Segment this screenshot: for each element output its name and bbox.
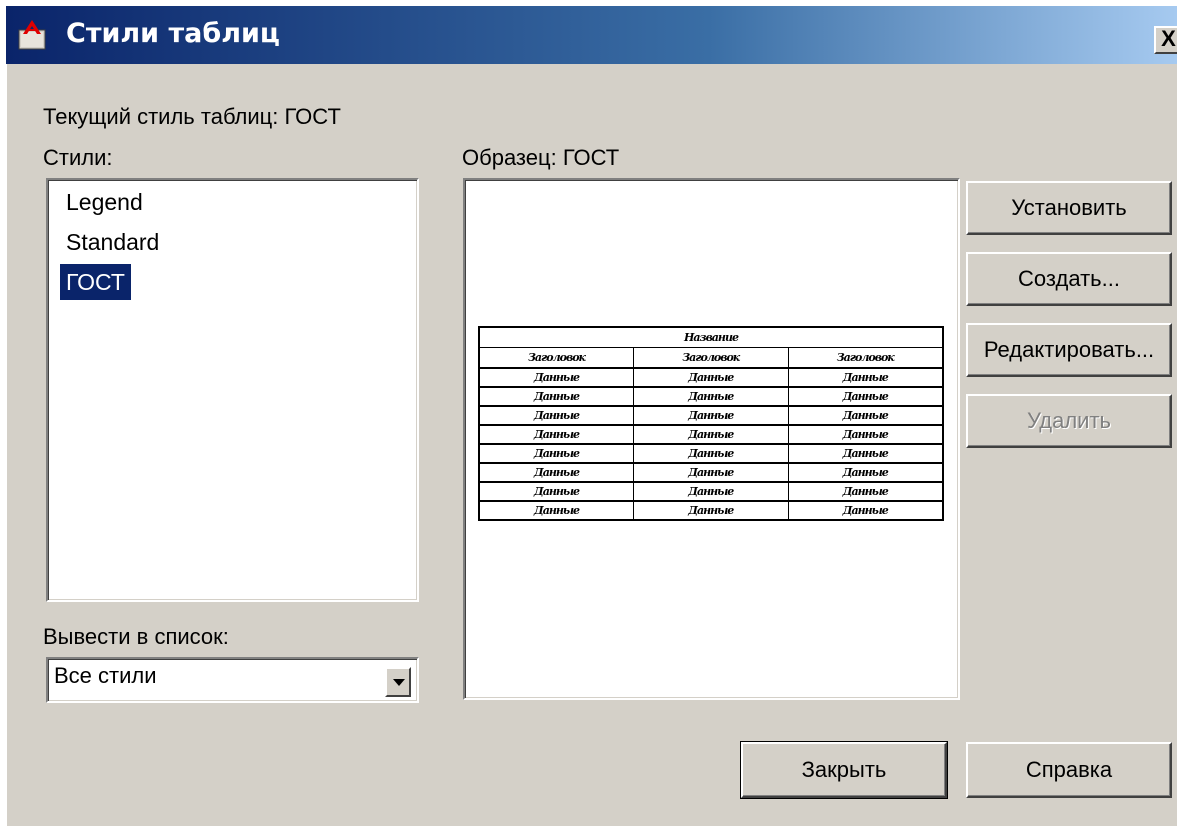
- styles-list[interactable]: Legend Standard ГОСТ: [46, 178, 419, 602]
- preview-table-cell: Данные: [787, 367, 944, 388]
- preview-table-cell: Данные: [478, 481, 634, 502]
- title-bar[interactable]: Стили таблиц X: [6, 6, 1177, 64]
- help-button[interactable]: Справка: [966, 742, 1172, 798]
- preview-table-cell: Данные: [478, 367, 634, 388]
- preview-table-row: Данные Данные Данные: [478, 424, 944, 445]
- preview-table-header: Заголовок: [478, 347, 634, 369]
- preview-table-cell: Данные: [633, 405, 789, 426]
- preview-table-cell: Данные: [787, 481, 944, 502]
- list-filter-value: Все стили: [54, 663, 157, 688]
- preview-table-cell: Данные: [633, 386, 789, 407]
- preview-table-cell: Данные: [478, 462, 634, 483]
- list-filter-dropdown[interactable]: Все стили: [46, 657, 419, 703]
- preview-table-cell: Данные: [787, 500, 944, 521]
- preview-table-cell: Данные: [633, 443, 789, 464]
- preview-table-cell: Данные: [478, 386, 634, 407]
- current-style-label: Текущий стиль таблиц: ГОСТ: [43, 104, 341, 129]
- style-list-item[interactable]: ГОСТ: [60, 264, 131, 300]
- preview-table-cell: Данные: [787, 462, 944, 483]
- preview-table-cell: Данные: [633, 367, 789, 388]
- preview-table-cell: Данные: [787, 424, 944, 445]
- preview-label: Образец: ГОСТ: [462, 145, 620, 170]
- preview-table-cell: Данные: [633, 500, 789, 521]
- chevron-down-icon[interactable]: [385, 667, 411, 697]
- preview-table-cell: Данные: [478, 500, 634, 521]
- preview-table: Название Заголовок Заголовок Заголовок Данн…: [478, 326, 944, 521]
- preview-table-cell: Данные: [633, 481, 789, 502]
- autocad-app-icon: [18, 20, 46, 50]
- preview-table-row: Данные Данные Данные: [478, 462, 944, 483]
- style-list-item[interactable]: Standard: [60, 224, 165, 260]
- preview-table-row: Данные Данные Данные: [478, 500, 944, 521]
- close-icon[interactable]: X: [1154, 26, 1177, 54]
- close-button[interactable]: Закрыть: [740, 741, 948, 799]
- preview-table-cell: Данные: [787, 386, 944, 407]
- preview-table-row: Данные Данные Данные: [478, 405, 944, 426]
- modify-style-button[interactable]: Редактировать...: [966, 323, 1172, 377]
- delete-style-button[interactable]: Удалить: [966, 394, 1172, 448]
- preview-table-cell: Данные: [787, 443, 944, 464]
- preview-table-cell: Данные: [478, 443, 634, 464]
- preview-table-cell: Данные: [633, 462, 789, 483]
- preview-table-cell: Данные: [633, 424, 789, 445]
- styles-label: Стили:: [43, 145, 113, 170]
- preview-table-row: Данные Данные Данные: [478, 481, 944, 502]
- preview-table-header: Заголовок: [787, 347, 944, 369]
- preview-table-cell: Данные: [478, 424, 634, 445]
- new-style-button[interactable]: Создать...: [966, 252, 1172, 306]
- style-list-item[interactable]: Legend: [60, 184, 149, 220]
- preview-table-row: Данные Данные Данные: [478, 367, 944, 388]
- set-current-button[interactable]: Установить: [966, 181, 1172, 235]
- preview-table-row: Данные Данные Данные: [478, 386, 944, 407]
- window-title: Стили таблиц: [66, 18, 280, 49]
- preview-table-cell: Данные: [787, 405, 944, 426]
- list-filter-label: Вывести в список:: [43, 624, 229, 649]
- preview-table-row: Данные Данные Данные: [478, 443, 944, 464]
- preview-table-title: Название: [478, 326, 944, 348]
- preview-table-cell: Данные: [478, 405, 634, 426]
- preview-table-header: Заголовок: [633, 347, 789, 369]
